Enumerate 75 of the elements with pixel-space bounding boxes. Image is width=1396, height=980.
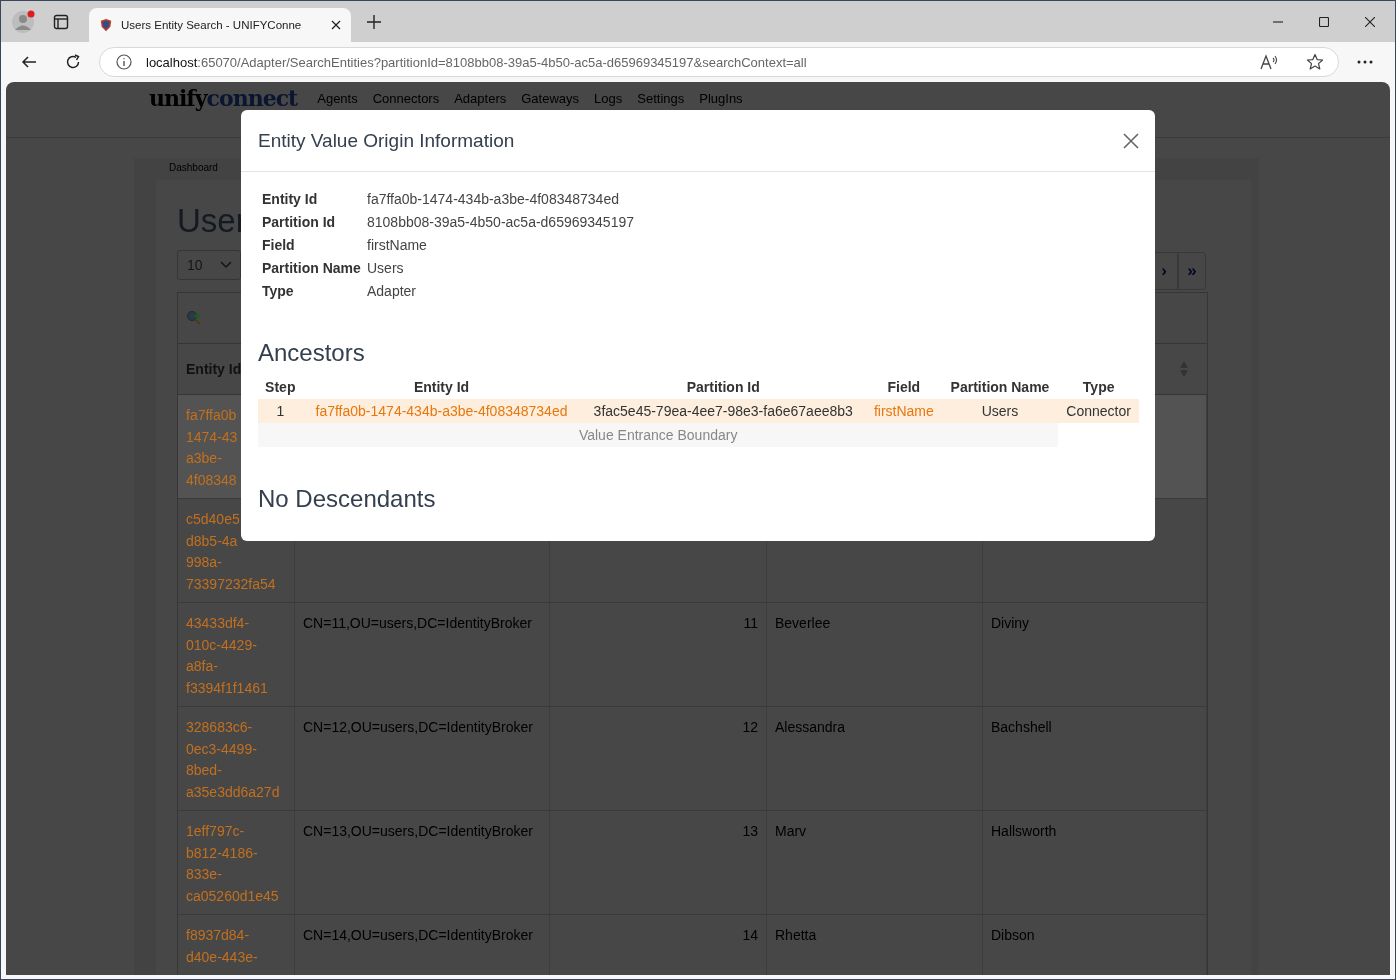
nav-link[interactable]: PlugIns: [699, 91, 743, 106]
table-cell: Dibson: [991, 927, 1035, 943]
logo[interactable]: unifyconnect: [149, 87, 298, 109]
table-cell: 11: [743, 615, 758, 631]
entity-id-link[interactable]: 328683c6- 0ec3-4499- 8bed- a35e3dd6a27d: [186, 717, 286, 804]
modal-title: Entity Value Origin Information: [258, 129, 515, 152]
table-cell: Connector: [1058, 399, 1139, 423]
table-cell: 1: [258, 399, 303, 423]
detail-label: Entity Id: [262, 190, 319, 208]
nav-link[interactable]: Adapters: [454, 91, 507, 106]
detail-value: 8108bb08-39a5-4b50-ac5a-d65969345197: [367, 213, 635, 231]
nav-link[interactable]: Settings: [637, 91, 685, 106]
table-cell: Beverlee: [775, 615, 831, 631]
column-header: Partition Id: [686, 379, 760, 395]
url-text: localhost:65070/Adapter/SearchEntities?partitionId=8108bb08-39a5-4b50-ac5a-d65969345197&searchContext=all: [146, 54, 808, 70]
tab-actions-icon[interactable]: [53, 13, 69, 30]
table-cell: CN=12,OU=users,DC=IdentityBroker: [303, 719, 533, 735]
tab-title: Users Entity Search - UNIFYConne: [121, 19, 303, 31]
column-header: Field: [887, 379, 921, 395]
table-cell: CN=14,OU=users,DC=IdentityBroker: [303, 927, 533, 943]
table-cell: Bachshell: [991, 719, 1052, 735]
column-header: Type: [1082, 379, 1115, 395]
pagination-button[interactable]: »: [1178, 252, 1206, 290]
table-cell: 12: [742, 719, 758, 735]
detail-value: firstName: [367, 236, 428, 254]
chevron-down-icon: [220, 261, 232, 269]
read-aloud-icon[interactable]: [1260, 54, 1280, 70]
detail-label: Type: [262, 282, 295, 300]
table-cell: 13: [742, 823, 758, 839]
field-link[interactable]: firstName: [866, 399, 942, 423]
close-icon[interactable]: [331, 20, 341, 30]
new-tab-icon[interactable]: [367, 14, 381, 29]
more-icon[interactable]: [1357, 60, 1373, 64]
reload-icon[interactable]: [65, 54, 81, 70]
section-heading: Ancestors: [258, 339, 365, 367]
detail-label: Partition Name: [262, 259, 362, 277]
table-cell: 14: [742, 927, 758, 943]
entity-id-link[interactable]: f8937d84- d40e-443e-: [186, 925, 286, 969]
entity-id-link[interactable]: 1eff797c- b812-4186- 833e- ca05260d1e45: [186, 821, 286, 908]
table-row[interactable]: 1eff797c- b812-4186- 833e- ca05260d1e45 CN=13,OU=users,DC=IdentityBroker 13 Marv Hallsworth: [178, 811, 1207, 915]
table-row[interactable]: 328683c6- 0ec3-4499- 8bed- a35e3dd6a27d CN=12,OU=users,DC=IdentityBroker 12 Alessandra Bachshell: [178, 707, 1207, 811]
detail-value: fa7ffa0b-1474-434b-a3be-4f08348734ed: [367, 190, 620, 208]
detail-label: Partition Id: [262, 213, 337, 231]
detail-value: Users: [367, 259, 405, 277]
detail-label: Field: [262, 236, 296, 254]
column-header: Step: [265, 379, 296, 395]
info-icon[interactable]: [116, 54, 132, 70]
table-cell: Users: [941, 399, 1059, 423]
maximize-icon[interactable]: [1319, 16, 1329, 27]
nav-link[interactable]: Gateways: [521, 91, 580, 106]
table-cell: 3fac5e45-79ea-4ee7-98e3-fa6e67aee8b3: [580, 399, 866, 423]
table-cell: Rhetta: [775, 927, 817, 943]
table-row[interactable]: 43433df4- 010c-4429- a8fa- f3394f1f1461 CN=11,OU=users,DC=IdentityBroker 11 Beverlee Diviny: [178, 603, 1207, 707]
entity-id-link[interactable]: fa7ffa0b-1474-434b-a3be-4f08348734ed: [302, 399, 581, 423]
profile-icon[interactable]: [11, 8, 37, 35]
table-cell: CN=13,OU=users,DC=IdentityBroker: [303, 823, 533, 839]
shield-icon: [99, 18, 113, 32]
entity-id-link[interactable]: 43433df4- 010c-4429- a8fa- f3394f1f1461: [186, 613, 286, 700]
table-cell: Hallsworth: [991, 823, 1057, 839]
table-cell: CN=11,OU=users,DC=IdentityBroker: [303, 615, 532, 631]
column-header: Partition Name: [950, 379, 1050, 395]
nav-link[interactable]: Agents: [317, 91, 358, 106]
close-icon[interactable]: [1365, 16, 1375, 27]
browser-tab[interactable]: Users Entity Search - UNIFYConne: [89, 8, 351, 42]
table-cell: Alessandra: [775, 719, 846, 735]
nav-link[interactable]: Logs: [594, 91, 623, 106]
boundary-row: Value Entrance Boundary: [258, 423, 1059, 447]
column-header: Entity Id: [413, 379, 470, 395]
table-cell: Diviny: [991, 615, 1030, 631]
detail-value: Adapter: [367, 282, 418, 300]
address-bar[interactable]: localhost:65070/Adapter/SearchEntities?partitionId=8108bb08-39a5-4b50-ac5a-d65969345197&searchContext=all: [99, 47, 1339, 77]
table-cell: Marv: [775, 823, 807, 839]
star-icon[interactable]: [1306, 53, 1324, 71]
nav-link[interactable]: Connectors: [372, 91, 440, 106]
back-icon[interactable]: [21, 54, 37, 70]
